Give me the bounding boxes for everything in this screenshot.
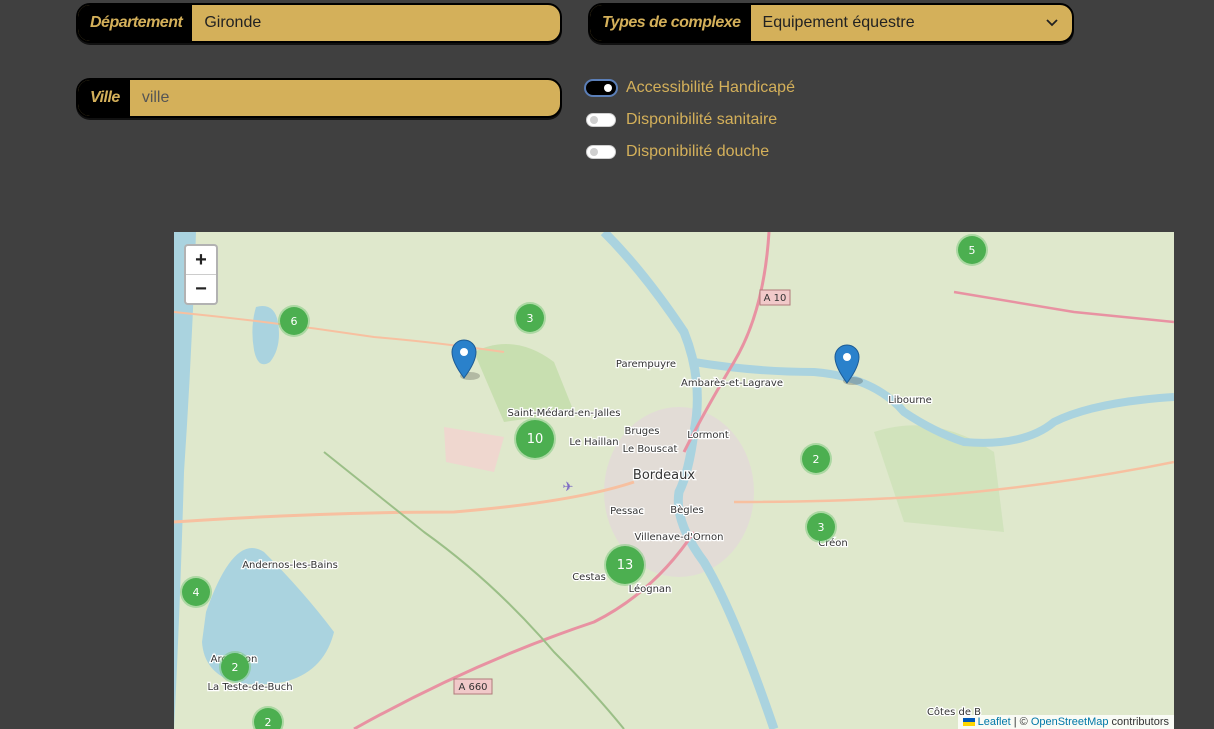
attribution-separator: | © xyxy=(1010,716,1031,728)
marker-cluster[interactable]: 2 xyxy=(252,706,284,729)
departement-value[interactable]: Gironde xyxy=(192,5,560,41)
ville-label: Ville xyxy=(78,80,130,116)
departement-field[interactable]: Département Gironde xyxy=(76,3,562,43)
place-le-bouscat: Le Bouscat xyxy=(623,444,678,455)
types-complexe-label: Types de complexe xyxy=(590,5,751,41)
cluster-count: 2 xyxy=(232,661,239,674)
map-marker[interactable] xyxy=(451,339,480,380)
cluster-count: 3 xyxy=(527,312,534,325)
place-lormont: Lormont xyxy=(687,430,729,441)
road-shield-a10: A 10 xyxy=(759,289,791,306)
cluster-count: 6 xyxy=(291,315,298,328)
place-bordeaux: Bordeaux xyxy=(633,468,695,483)
cluster-count: 10 xyxy=(527,432,544,447)
ville-field[interactable]: Ville xyxy=(76,78,562,118)
toggle-accessibilite[interactable]: Accessibilité Handicapé xyxy=(586,77,795,99)
place-leognan: Léognan xyxy=(629,583,672,595)
osm-link[interactable]: OpenStreetMap xyxy=(1031,716,1109,728)
ukraine-flag-icon xyxy=(962,718,975,727)
airport-icon: ✈ xyxy=(563,479,574,494)
douche-switch[interactable] xyxy=(586,145,616,159)
map-attribution: Leaflet | © OpenStreetMap contributors xyxy=(957,715,1174,729)
zoom-control: + − xyxy=(184,244,218,305)
marker-cluster[interactable]: 3 xyxy=(805,511,837,543)
ville-input[interactable] xyxy=(129,80,560,116)
place-libourne: Libourne xyxy=(888,395,932,406)
place-cestas: Cestas xyxy=(572,572,606,583)
toggle-sanitaire[interactable]: Disponibilité sanitaire xyxy=(586,109,777,131)
place-villenave: Villenave-d'Ornon xyxy=(635,532,724,543)
place-ambares: Ambarès-et-Lagrave xyxy=(681,377,783,389)
place-begles: Bègles xyxy=(670,504,704,516)
map[interactable]: A 10 A 660 Parempuyre Ambarès-et-Lagrave… xyxy=(174,232,1174,729)
zoom-in-button[interactable]: + xyxy=(186,246,216,274)
marker-cluster[interactable]: 6 xyxy=(278,305,310,337)
cluster-count: 2 xyxy=(813,453,820,466)
accessibilite-switch[interactable] xyxy=(586,81,616,95)
zoom-out-button[interactable]: − xyxy=(186,274,216,303)
toggle-douche[interactable]: Disponibilité douche xyxy=(586,141,769,163)
marker-cluster[interactable]: 2 xyxy=(800,443,832,475)
map-tiles[interactable]: A 10 A 660 Parempuyre Ambarès-et-Lagrave… xyxy=(174,232,1174,729)
place-la-teste: La Teste-de-Buch xyxy=(207,682,292,693)
place-le-haillan: Le Haillan xyxy=(569,437,618,448)
place-bruges: Bruges xyxy=(624,426,659,437)
cluster-count: 2 xyxy=(265,716,272,729)
chevron-down-icon[interactable] xyxy=(1032,5,1072,41)
departement-label: Département xyxy=(78,5,193,41)
road-shield-a660: A 660 xyxy=(453,678,493,695)
svg-text:A 10: A 10 xyxy=(764,293,787,304)
marker-cluster[interactable]: 4 xyxy=(180,576,212,608)
leaflet-link[interactable]: Leaflet xyxy=(978,716,1011,728)
place-pessac: Pessac xyxy=(610,506,644,517)
place-parempuyre: Parempuyre xyxy=(616,359,676,370)
accessibilite-label: Accessibilité Handicapé xyxy=(626,79,795,96)
cluster-count: 13 xyxy=(617,558,634,573)
cluster-count: 4 xyxy=(193,586,200,599)
cluster-count: 5 xyxy=(969,244,976,257)
place-andernos: Andernos-les-Bains xyxy=(242,560,338,571)
types-complexe-value[interactable]: Equipement équestre xyxy=(751,5,1032,41)
cluster-count: 3 xyxy=(818,521,825,534)
douche-label: Disponibilité douche xyxy=(626,143,770,160)
svg-text:A 660: A 660 xyxy=(458,682,487,693)
marker-cluster[interactable]: 3 xyxy=(514,302,546,334)
marker-cluster[interactable]: 5 xyxy=(956,234,988,266)
marker-cluster[interactable]: 2 xyxy=(219,651,251,683)
sanitaire-switch[interactable] xyxy=(586,113,616,127)
types-complexe-select[interactable]: Types de complexe Equipement équestre xyxy=(588,3,1074,43)
marker-cluster[interactable]: 13 xyxy=(604,544,646,586)
sanitaire-label: Disponibilité sanitaire xyxy=(626,111,778,128)
place-saint-medard: Saint-Médard-en-Jalles xyxy=(508,407,621,419)
marker-cluster[interactable]: 10 xyxy=(514,418,556,460)
attribution-suffix: contributors xyxy=(1108,716,1169,728)
